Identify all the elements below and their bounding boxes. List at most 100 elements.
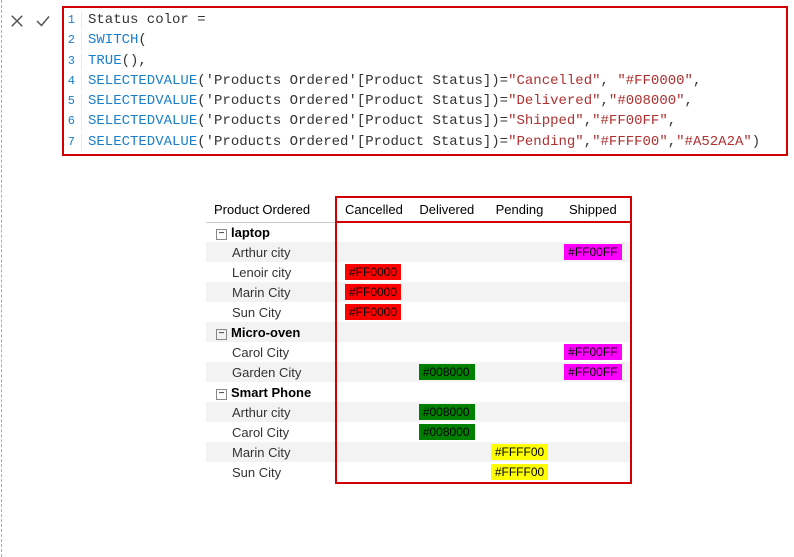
matrix-cell[interactable] bbox=[336, 402, 411, 422]
cancel-icon[interactable] bbox=[6, 10, 28, 35]
matrix-group-label[interactable]: Micro-oven bbox=[231, 325, 300, 340]
dax-formula-editor[interactable]: 1Status color =2SWITCH(3TRUE(),4SELECTED… bbox=[62, 6, 788, 156]
matrix-cell[interactable] bbox=[556, 382, 630, 402]
line-number: 1 bbox=[64, 12, 82, 29]
matrix-cell[interactable] bbox=[336, 362, 411, 382]
status-color-value: #FFFF00 bbox=[491, 464, 548, 480]
matrix-row-label[interactable]: Lenoir city bbox=[206, 262, 336, 282]
matrix-cell[interactable] bbox=[411, 382, 483, 402]
matrix-cell[interactable] bbox=[483, 362, 556, 382]
matrix-column-header[interactable]: Pending bbox=[483, 197, 556, 222]
matrix-column-header[interactable]: Cancelled bbox=[336, 197, 411, 222]
matrix-cell[interactable]: #FFFF00 bbox=[483, 462, 556, 483]
line-number: 5 bbox=[64, 93, 82, 110]
matrix-cell[interactable] bbox=[336, 462, 411, 483]
matrix-visual[interactable]: Product OrderedCancelledDeliveredPending… bbox=[206, 196, 632, 484]
status-color-value: #FFFF00 bbox=[491, 444, 548, 460]
matrix-row-label[interactable]: Arthur city bbox=[206, 402, 336, 422]
canvas-guide bbox=[1, 0, 2, 557]
matrix-cell[interactable] bbox=[411, 462, 483, 483]
matrix-cell[interactable]: #FF0000 bbox=[336, 302, 411, 322]
matrix-cell[interactable] bbox=[483, 262, 556, 282]
matrix-cell[interactable] bbox=[483, 242, 556, 262]
line-number: 2 bbox=[64, 32, 82, 49]
matrix-group-label[interactable]: Smart Phone bbox=[231, 385, 311, 400]
matrix-cell[interactable] bbox=[556, 422, 630, 442]
status-color-value: #FF00FF bbox=[564, 244, 621, 260]
matrix-cell[interactable] bbox=[411, 262, 483, 282]
matrix-row-header-label[interactable]: Product Ordered bbox=[206, 197, 336, 222]
status-color-value: #FF00FF bbox=[564, 344, 621, 360]
matrix-cell[interactable]: #008000 bbox=[411, 422, 483, 442]
matrix-cell[interactable] bbox=[483, 322, 556, 342]
matrix-cell[interactable]: #008000 bbox=[411, 402, 483, 422]
commit-icon[interactable] bbox=[32, 10, 54, 35]
status-color-value: #008000 bbox=[419, 404, 475, 420]
matrix-row-label[interactable]: Marin City bbox=[206, 442, 336, 462]
matrix-cell[interactable]: #008000 bbox=[411, 362, 483, 382]
matrix-cell[interactable] bbox=[556, 402, 630, 422]
expand-collapse-icon[interactable]: − bbox=[216, 329, 227, 340]
code-line[interactable]: 2SWITCH( bbox=[64, 30, 786, 50]
matrix-column-header[interactable]: Shipped bbox=[556, 197, 630, 222]
matrix-cell[interactable] bbox=[411, 322, 483, 342]
matrix-cell[interactable]: #FF00FF bbox=[556, 242, 630, 262]
matrix-row-label[interactable]: Garden City bbox=[206, 362, 336, 382]
matrix-cell[interactable] bbox=[483, 302, 556, 322]
matrix-column-header[interactable]: Delivered bbox=[411, 197, 483, 222]
matrix-cell[interactable] bbox=[483, 342, 556, 362]
matrix-cell[interactable] bbox=[483, 222, 556, 242]
matrix-row-label[interactable]: Sun City bbox=[206, 302, 336, 322]
code-line[interactable]: 3TRUE(), bbox=[64, 51, 786, 71]
matrix-cell[interactable] bbox=[336, 242, 411, 262]
status-color-value: #008000 bbox=[419, 364, 475, 380]
matrix-cell[interactable] bbox=[336, 422, 411, 442]
matrix-cell[interactable] bbox=[556, 322, 630, 342]
status-color-value: #FF0000 bbox=[345, 284, 401, 300]
matrix-row-label[interactable]: Carol City bbox=[206, 342, 336, 362]
matrix-cell[interactable] bbox=[556, 462, 630, 483]
code-line[interactable]: 1Status color = bbox=[64, 10, 786, 30]
matrix-cell[interactable] bbox=[411, 242, 483, 262]
formula-actions bbox=[6, 6, 54, 35]
matrix-cell[interactable]: #FF00FF bbox=[556, 362, 630, 382]
matrix-cell[interactable] bbox=[483, 402, 556, 422]
matrix-cell[interactable] bbox=[483, 282, 556, 302]
matrix-cell[interactable] bbox=[336, 222, 411, 242]
matrix-cell[interactable] bbox=[411, 442, 483, 462]
matrix-cell[interactable]: #FF0000 bbox=[336, 282, 411, 302]
line-number: 3 bbox=[64, 53, 82, 70]
line-number: 4 bbox=[64, 73, 82, 90]
matrix-cell[interactable] bbox=[556, 302, 630, 322]
matrix-group-label[interactable]: laptop bbox=[231, 225, 270, 240]
matrix-cell[interactable] bbox=[336, 382, 411, 402]
matrix-cell[interactable] bbox=[336, 342, 411, 362]
matrix-row-label[interactable]: Sun City bbox=[206, 462, 336, 483]
matrix-cell[interactable] bbox=[556, 282, 630, 302]
code-line[interactable]: 5SELECTEDVALUE('Products Ordered'[Produc… bbox=[64, 91, 786, 111]
matrix-row-label[interactable]: Arthur city bbox=[206, 242, 336, 262]
matrix-cell[interactable] bbox=[556, 262, 630, 282]
code-line[interactable]: 4SELECTEDVALUE('Products Ordered'[Produc… bbox=[64, 71, 786, 91]
code-line[interactable]: 7SELECTEDVALUE('Products Ordered'[Produc… bbox=[64, 132, 786, 152]
matrix-cell[interactable]: #FFFF00 bbox=[483, 442, 556, 462]
matrix-cell[interactable] bbox=[483, 382, 556, 402]
matrix-cell[interactable] bbox=[411, 282, 483, 302]
status-color-value: #008000 bbox=[419, 424, 475, 440]
expand-collapse-icon[interactable]: − bbox=[216, 389, 227, 400]
matrix-cell[interactable] bbox=[483, 422, 556, 442]
matrix-cell[interactable] bbox=[411, 302, 483, 322]
expand-collapse-icon[interactable]: − bbox=[216, 229, 227, 240]
matrix-row-label[interactable]: Marin City bbox=[206, 282, 336, 302]
matrix-cell[interactable] bbox=[411, 222, 483, 242]
matrix-cell[interactable]: #FF00FF bbox=[556, 342, 630, 362]
matrix-cell[interactable] bbox=[336, 322, 411, 342]
matrix-cell[interactable] bbox=[556, 442, 630, 462]
code-line[interactable]: 6SELECTEDVALUE('Products Ordered'[Produc… bbox=[64, 111, 786, 131]
matrix-cell[interactable] bbox=[411, 342, 483, 362]
matrix-cell[interactable] bbox=[336, 442, 411, 462]
matrix-cell[interactable] bbox=[556, 222, 630, 242]
matrix-row-label[interactable]: Carol City bbox=[206, 422, 336, 442]
status-color-value: #FF0000 bbox=[345, 264, 401, 280]
matrix-cell[interactable]: #FF0000 bbox=[336, 262, 411, 282]
